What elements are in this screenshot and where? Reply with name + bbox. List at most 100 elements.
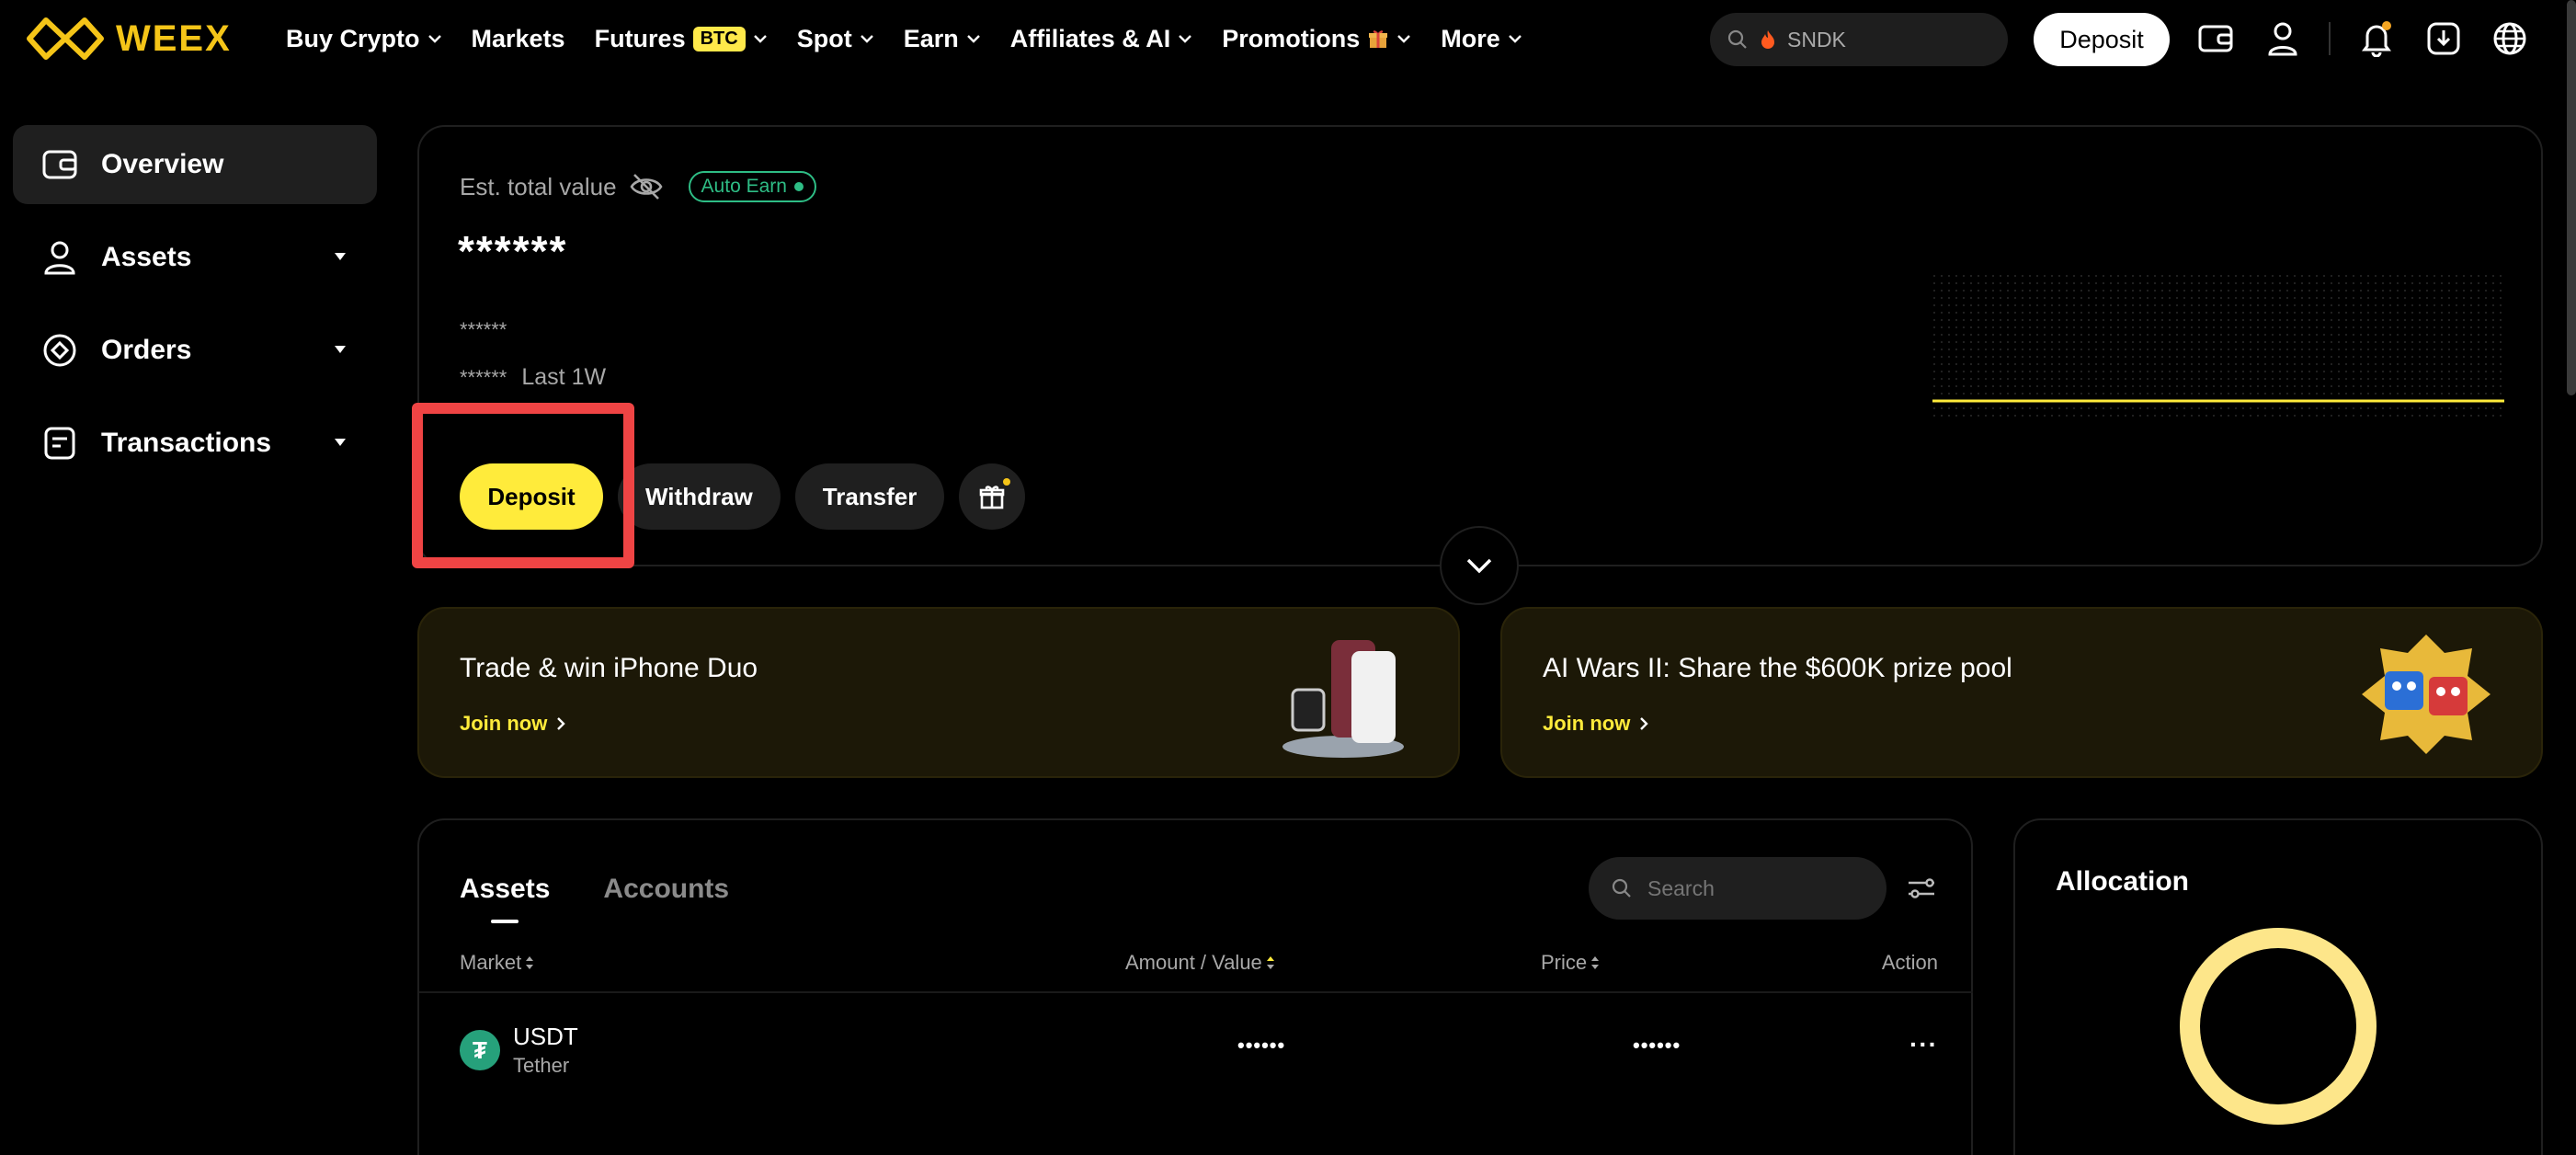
coin-symbol: USDT bbox=[513, 1023, 578, 1050]
search-icon bbox=[1612, 878, 1631, 898]
sidebar-item-assets[interactable]: Assets bbox=[13, 218, 377, 297]
user-icon[interactable] bbox=[2263, 18, 2303, 59]
bell-icon[interactable] bbox=[2356, 18, 2397, 59]
promo-card-ai-wars[interactable]: AI Wars II: Share the $600K prize pool J… bbox=[1500, 607, 2543, 778]
transfer-button[interactable]: Transfer bbox=[794, 463, 945, 530]
total-value: ****** bbox=[458, 227, 568, 275]
coin-name: Tether bbox=[513, 1054, 570, 1077]
chevron-down-icon bbox=[966, 35, 980, 43]
sidebar-item-overview[interactable]: Overview bbox=[13, 125, 377, 204]
promo-link-label: Join now bbox=[1543, 712, 1631, 735]
btc-badge: BTC bbox=[692, 26, 746, 51]
amount-value: •••••• bbox=[1237, 1034, 1286, 1057]
table-row[interactable]: ₮ USDT Tether •••••• •••••• ··· bbox=[460, 1023, 1938, 1081]
nav-spot[interactable]: Spot bbox=[797, 25, 874, 53]
chevron-down-icon bbox=[860, 35, 873, 43]
column-amount-value[interactable]: Amount / Value bbox=[1125, 951, 1275, 975]
more-actions-button[interactable]: ··· bbox=[1909, 1030, 1938, 1059]
column-label: Price bbox=[1541, 951, 1588, 974]
chevron-down-icon bbox=[1397, 35, 1411, 43]
sidebar-item-label: Transactions bbox=[101, 428, 272, 458]
nav-more[interactable]: More bbox=[1441, 25, 1522, 53]
nav-futures[interactable]: Futures BTC bbox=[595, 25, 768, 53]
wallet-icon[interactable] bbox=[2195, 18, 2236, 59]
chevron-down-icon bbox=[1508, 35, 1522, 43]
sort-icon bbox=[1591, 956, 1600, 969]
nav-label: Spot bbox=[796, 24, 852, 52]
deposit-button[interactable]: Deposit bbox=[460, 463, 603, 530]
table-divider bbox=[419, 991, 1973, 993]
nav-affiliates-ai[interactable]: Affiliates & AI bbox=[1010, 25, 1193, 53]
column-label: Market bbox=[460, 951, 522, 974]
chevron-down-icon bbox=[753, 35, 767, 43]
chevron-down-icon bbox=[1179, 35, 1192, 43]
wallet-icon bbox=[42, 150, 77, 179]
chevron-down-icon bbox=[1466, 558, 1492, 574]
rewards-button[interactable] bbox=[959, 463, 1026, 530]
assets-table-header: Market Amount / Value Price Action bbox=[460, 951, 1938, 988]
chevron-down-icon bbox=[427, 35, 441, 43]
nav-earn[interactable]: Earn bbox=[904, 25, 981, 53]
expand-toggle[interactable] bbox=[1440, 526, 1519, 605]
weex-logo[interactable]: WEEX bbox=[26, 17, 232, 61]
sidebar-item-orders[interactable]: Orders bbox=[13, 311, 377, 390]
allocation-donut-chart bbox=[2180, 928, 2377, 1125]
sidebar: Overview Assets Orders Transactions bbox=[13, 125, 377, 497]
assets-tabs: Assets Accounts bbox=[460, 874, 729, 923]
promo-card-iphone[interactable]: Trade & win iPhone Duo Join now bbox=[417, 607, 1460, 778]
nav-divider bbox=[2329, 22, 2331, 55]
global-search[interactable] bbox=[1710, 13, 2008, 66]
column-label: Amount / Value bbox=[1125, 951, 1262, 974]
column-action: Action bbox=[1882, 951, 1938, 975]
sidebar-item-label: Assets bbox=[101, 242, 192, 272]
brand-name: WEEX bbox=[116, 17, 232, 59]
notification-dot bbox=[1003, 478, 1011, 486]
orders-icon bbox=[43, 334, 76, 367]
nav-label: Markets bbox=[471, 24, 565, 52]
pnl-value: ****** bbox=[460, 366, 507, 389]
ai-wars-promo-image bbox=[2362, 635, 2491, 754]
global-search-input[interactable] bbox=[1787, 27, 1989, 52]
nav-label: More bbox=[1441, 24, 1500, 52]
allocation-title: Allocation bbox=[2056, 866, 2190, 897]
nav-promotions[interactable]: Promotions bbox=[1222, 25, 1411, 53]
sort-icon bbox=[1266, 956, 1274, 969]
transactions-icon bbox=[44, 427, 75, 460]
nav-label: Futures bbox=[594, 24, 686, 52]
sidebar-item-transactions[interactable]: Transactions bbox=[13, 404, 377, 483]
eye-off-icon[interactable] bbox=[630, 173, 663, 200]
column-price[interactable]: Price bbox=[1541, 951, 1600, 975]
asset-search-input[interactable] bbox=[1647, 875, 1868, 901]
account-actions: Deposit Withdraw Transfer bbox=[460, 463, 1026, 530]
pnl-period: Last 1W bbox=[521, 364, 607, 390]
page-scrollbar[interactable] bbox=[2567, 0, 2576, 395]
top-nav: WEEX Buy Crypto Markets Futures BTC Spot… bbox=[0, 0, 2576, 77]
pnl-row: ****** Last 1W bbox=[460, 364, 606, 391]
tab-assets[interactable]: Assets bbox=[460, 874, 550, 923]
column-market[interactable]: Market bbox=[460, 951, 534, 975]
withdraw-button[interactable]: Withdraw bbox=[618, 463, 781, 530]
sort-icon bbox=[526, 956, 534, 969]
nav-markets[interactable]: Markets bbox=[472, 25, 565, 53]
globe-icon[interactable] bbox=[2490, 18, 2530, 59]
search-icon bbox=[1727, 29, 1747, 49]
gift-icon bbox=[980, 486, 1005, 509]
sidebar-item-label: Orders bbox=[101, 335, 192, 365]
download-icon[interactable] bbox=[2423, 18, 2464, 59]
est-total-label: Est. total value bbox=[460, 172, 617, 200]
filter-settings-icon[interactable] bbox=[1905, 872, 1938, 905]
promo-join-link[interactable]: Join now bbox=[460, 712, 566, 736]
balance-sparkline bbox=[1932, 274, 2504, 421]
nav-buy-crypto[interactable]: Buy Crypto bbox=[286, 25, 442, 53]
auto-earn-badge[interactable]: Auto Earn bbox=[688, 171, 816, 202]
column-label: Action bbox=[1881, 951, 1938, 974]
caret-down-icon bbox=[335, 439, 346, 446]
header-deposit-button[interactable]: Deposit bbox=[2034, 13, 2170, 66]
tab-accounts[interactable]: Accounts bbox=[603, 874, 729, 905]
chevron-right-icon bbox=[1640, 717, 1649, 730]
promo-title: AI Wars II: Share the $600K prize pool bbox=[1543, 653, 2012, 683]
asset-search[interactable] bbox=[1589, 857, 1886, 920]
nav-label: Promotions bbox=[1222, 24, 1361, 52]
chevron-right-icon bbox=[557, 717, 566, 730]
promo-join-link[interactable]: Join now bbox=[1543, 712, 1649, 736]
